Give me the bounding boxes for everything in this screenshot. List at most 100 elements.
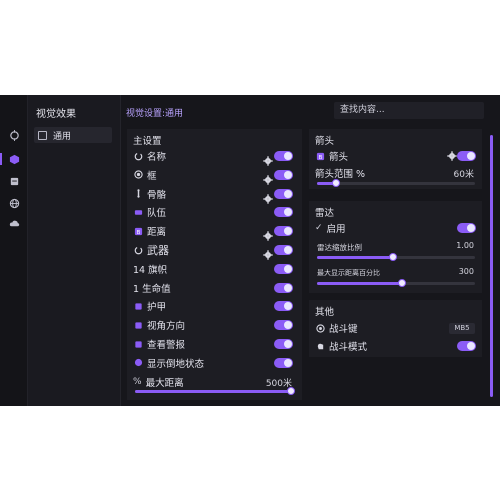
scrollbar[interactable] (490, 135, 493, 397)
slider-thumb[interactable] (287, 387, 295, 395)
slider-thumb[interactable] (398, 279, 407, 287)
arrow-range-label: 箭头范围 % (315, 169, 366, 180)
setting-label: 武器 (147, 244, 169, 257)
distance-icon: B (315, 151, 325, 161)
rail-active-indicator (0, 153, 2, 165)
max-distance-slider[interactable] (135, 387, 295, 395)
setting-toggle[interactable] (274, 263, 293, 274)
radar-enable-label: 启用 (326, 224, 346, 235)
setting-label: 14 旗帜 (133, 264, 168, 276)
setting-toggle[interactable] (274, 320, 293, 331)
crosshair-icon[interactable] (8, 129, 20, 141)
view-icon (133, 320, 143, 330)
panel-title: 箭头 (315, 136, 335, 147)
loader-icon (133, 151, 143, 161)
fight-mode-toggle[interactable] (457, 341, 476, 351)
fight-mode-row: 战斗模式 (315, 338, 367, 354)
breadcrumb: 视觉设置:通用 (126, 109, 184, 119)
down-icon (133, 358, 143, 368)
app-window: 视觉效果 通用 视觉设置:通用 查找内容... 主设置 名称框骨骼 队伍 B 距离 武器… (0, 95, 500, 406)
setting-row: 骨骼 (133, 186, 166, 202)
card-icon (133, 207, 143, 217)
setting-row: 1 生命值 (133, 280, 171, 296)
setting-row: 查看警报 (133, 336, 185, 352)
target-icon (133, 170, 143, 180)
setting-label: 骨骼 (147, 189, 167, 201)
radar-scale-value: 1.00 (456, 241, 474, 250)
radar-panel: 雷达 ✓ 启用 雷达缩放比例 1.00 最大显示距离百分比 300 (309, 201, 482, 293)
sidebar-item-label: 通用 (53, 131, 72, 142)
slider-thumb[interactable] (388, 253, 397, 261)
arrows-label: 箭头 (329, 152, 349, 163)
arrows-panel: 箭头 B 箭头 箭头范围 % 60米 (309, 129, 482, 189)
setting-label: 视角方向 (147, 321, 186, 333)
setting-toggle[interactable] (274, 282, 293, 293)
radar-max-label: 最大显示距离百分比 (317, 269, 380, 277)
arrows-toggle[interactable] (457, 151, 476, 161)
slider-fill (317, 256, 393, 259)
setting-label: 1 生命值 (133, 283, 171, 295)
setting-row: 名称 (133, 148, 166, 164)
gear-icon[interactable] (263, 226, 273, 241)
panel-title: 雷达 (315, 208, 335, 219)
arrow-range-row: 箭头范围 % (315, 165, 365, 181)
setting-label: 框 (147, 170, 157, 182)
loader-icon (133, 245, 143, 255)
gear-icon[interactable] (263, 189, 273, 204)
gear-icon[interactable] (263, 170, 273, 185)
cube-icon[interactable] (8, 153, 20, 165)
setting-row: 视角方向 (133, 317, 185, 333)
sidebar: 视觉效果 通用 (28, 95, 121, 406)
setting-label: 显示倒地状态 (147, 358, 205, 370)
other-panel: 其他 战斗键 MB5 战斗模式 (309, 300, 482, 357)
svg-text:B: B (136, 229, 140, 235)
radar-scale-label: 雷达缩放比例 (317, 243, 362, 252)
setting-toggle[interactable] (274, 245, 293, 255)
setting-toggle[interactable] (274, 169, 293, 180)
setting-toggle[interactable] (274, 188, 293, 199)
sidebar-title: 视觉效果 (36, 109, 76, 120)
sidebar-item-general[interactable]: 通用 (34, 127, 112, 143)
main-settings-panel: 主设置 名称框骨骼 队伍 B 距离 武器 14 旗帜 1 生命值 护甲 视角方向 查看警报 显示倒地… (127, 129, 302, 400)
arrow-range-value: 60米 (453, 170, 474, 180)
document-icon (38, 130, 47, 140)
setting-row: 队伍 (133, 204, 166, 220)
setting-label: 距离 (147, 227, 167, 239)
bone-icon (133, 189, 143, 199)
radar-max-value: 300 (458, 267, 474, 276)
panel-title: 其他 (315, 307, 335, 318)
radar-enable-row: ✓ 启用 (315, 220, 346, 236)
slider-thumb[interactable] (331, 179, 340, 187)
setting-label: 队伍 (147, 208, 167, 220)
gear-icon[interactable] (263, 151, 273, 166)
search-input[interactable]: 查找内容... (334, 102, 484, 119)
box-icon[interactable] (8, 175, 20, 187)
slider-fill (135, 390, 291, 393)
arrow-range-slider[interactable] (317, 179, 475, 187)
setting-toggle[interactable] (274, 226, 293, 237)
radar-scale-slider[interactable] (317, 253, 475, 261)
icon-rail (0, 95, 28, 406)
setting-row: 框 (133, 167, 157, 183)
setting-toggle[interactable] (274, 357, 293, 368)
fight-keybind-button[interactable]: MB5 (449, 323, 475, 334)
radar-max-slider[interactable] (317, 279, 475, 287)
setting-toggle[interactable] (274, 207, 293, 218)
setting-label: 护甲 (147, 302, 167, 314)
radar-enable-toggle[interactable] (457, 223, 476, 233)
setting-label: 名称 (147, 152, 167, 163)
setting-toggle[interactable] (274, 301, 293, 312)
gear-icon[interactable] (447, 151, 457, 161)
check-icon: ✓ (315, 223, 323, 233)
target-icon (315, 323, 325, 333)
setting-toggle[interactable] (274, 339, 293, 349)
setting-row: 护甲 (133, 298, 166, 314)
setting-row: 14 旗帜 (133, 261, 167, 277)
max-distance-label-row: % 最大距离 (133, 374, 184, 390)
setting-row: 显示倒地状态 (133, 355, 204, 371)
gear-icon[interactable] (263, 245, 273, 260)
globe-icon[interactable] (8, 197, 20, 209)
setting-toggle[interactable] (274, 151, 293, 161)
cloud-icon[interactable] (8, 217, 20, 229)
slider-fill (317, 282, 403, 285)
